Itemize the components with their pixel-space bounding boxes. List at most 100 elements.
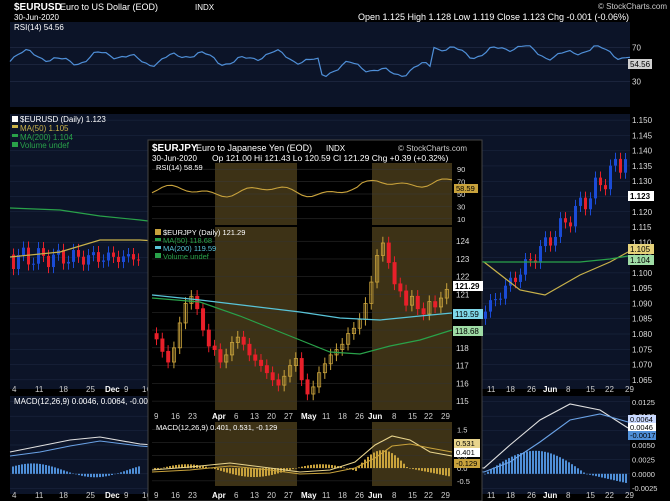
inset-macd-last-values: 0.5310.401 -0.129 (454, 439, 480, 468)
inset-macd-bar (325, 464, 327, 469)
outer-macd-bar (505, 459, 507, 474)
outer-candle-body (67, 261, 70, 264)
outer-candle-body (22, 247, 25, 255)
inset-candle-body (421, 308, 426, 315)
outer-macd-bar (565, 460, 567, 474)
outer-x-label-macd: 26 (527, 491, 536, 500)
inset-macd-bar (217, 468, 219, 470)
inset-legend-swatch-ma200 (155, 246, 161, 249)
outer-candle-body (107, 252, 110, 261)
inset-x-label-macd: 27 (284, 491, 293, 500)
inset-macd-bar (166, 466, 168, 469)
outer-macd-tick-label: 0.0125 (632, 398, 655, 407)
outer-ma50-last: 1.105 (630, 245, 651, 254)
outer-macd-bar (625, 473, 627, 483)
inset-macd-bar (169, 466, 171, 469)
inset-candle-body (299, 358, 304, 381)
outer-price-tick-label: 1.085 (632, 315, 653, 324)
inset-macd-bar (238, 468, 240, 476)
inset-macd-bar (445, 468, 447, 476)
inset-x-label: 26 (355, 412, 364, 421)
inset-macd-bar (214, 468, 216, 470)
outer-candle-body (584, 197, 587, 210)
outer-macd-bar (81, 473, 83, 476)
outer-x-label: 26 (527, 385, 536, 394)
outer-macd-bar (12, 466, 14, 474)
inset-macd-bar (391, 453, 393, 469)
inset-candle-body (404, 290, 409, 306)
inset-macd-bar (313, 464, 315, 469)
inset-macd-bar (235, 468, 237, 475)
outer-candle-body (112, 252, 115, 257)
outer-macd-bar (607, 473, 609, 479)
inset-macd-bar (220, 468, 222, 471)
outer-candle-body (32, 263, 35, 265)
outer-macd-bar (111, 473, 113, 475)
inset-candle-body (276, 379, 281, 386)
outer-price-last: 1.123 (630, 192, 651, 201)
inset-macd-bar (268, 468, 270, 476)
inset-macd-bar (373, 452, 375, 469)
outer-macd-bar (601, 473, 603, 478)
inset-candle-body (386, 242, 391, 263)
outer-x-label: 22 (605, 385, 614, 394)
outer-macd-bar (595, 473, 597, 477)
outer-candle-body (97, 252, 100, 262)
inset-candle-body (160, 338, 165, 352)
inset-macd-bar (400, 460, 402, 469)
inset-macd-bar (289, 468, 291, 470)
outer-price-tick-label: 1.130 (632, 177, 653, 186)
inset-price-last: 121.29 (455, 282, 480, 291)
outer-candle-body (569, 222, 572, 227)
inset-x-label: 15 (408, 412, 417, 421)
inset-macd-bar (421, 468, 423, 471)
outer-legend-swatch-main (12, 116, 18, 122)
inset-macd-bar (163, 467, 165, 469)
inset-x-label: 27 (284, 412, 293, 421)
inset-candle-body (305, 379, 310, 395)
inset-candle-body (247, 343, 252, 356)
outer-candle-body (549, 237, 552, 246)
inset-macd-bar (328, 464, 330, 469)
outer-macd-bar (54, 467, 56, 474)
inset-price-tick-label: 123 (456, 255, 470, 264)
inset-candle-body (201, 308, 206, 331)
outer-legend-main: $EURUSD (Daily) 1.123 (20, 115, 106, 124)
outer-macd-bar (532, 450, 534, 474)
inset-macd-tick-label: 1.5 (457, 426, 467, 435)
outer-candle-body (594, 177, 597, 199)
outer-candle-body (574, 205, 577, 227)
inset-macd-bar (394, 455, 396, 469)
outer-macd-bar (616, 473, 618, 481)
outer-candle-body (117, 256, 120, 262)
outer-macd-bar (51, 466, 53, 474)
outer-macd-bar (526, 451, 528, 474)
outer-macd-bar (138, 466, 140, 474)
outer-macd-bar (84, 473, 86, 477)
outer-x-label: 4 (12, 385, 17, 394)
outer-macd-bar (550, 453, 552, 474)
outer-price-tick-label: 1.120 (632, 208, 653, 217)
inset-rsi-label: RSI(14) 58.59 (156, 163, 203, 172)
inset-candle-body (166, 350, 171, 363)
inset-x-label-macd: 16 (171, 491, 180, 500)
outer-x-label-macd: Dec (105, 491, 120, 500)
outer-candle-body (82, 256, 85, 265)
inset-macd-bar (355, 468, 357, 471)
outer-macd-bar (93, 473, 95, 478)
inset-x-label-macd: 18 (338, 491, 347, 500)
inset-price-tick-label: 116 (456, 379, 469, 388)
outer-candle-body (484, 311, 487, 319)
inset-macd-bar (172, 465, 174, 469)
inset-x-label-macd: 22 (424, 491, 433, 500)
outer-candle-body (499, 298, 502, 300)
inset-ohlc: Op 121.00 Hi 121.43 Lo 120.59 Cl 121.29 … (212, 153, 448, 163)
outer-macd-tick-label: -0.0025 (632, 484, 657, 493)
outer-macd-bar (99, 473, 101, 478)
inset-candle-body (212, 345, 217, 350)
outer-macd-bar (511, 456, 513, 474)
inset-price-tick-label: 115 (456, 397, 469, 406)
outer-price-tick-label: 1.150 (632, 116, 653, 125)
inset-macd-bar (409, 468, 411, 469)
inset-x-label-macd: 6 (234, 491, 239, 500)
